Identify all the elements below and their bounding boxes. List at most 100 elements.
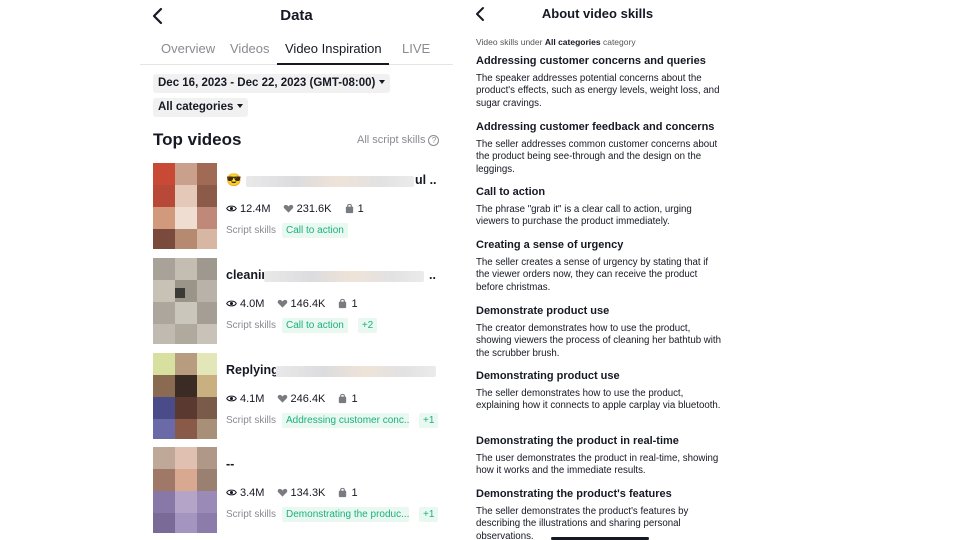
- video-thumbnail[interactable]: [153, 163, 217, 249]
- video-card[interactable]: 😎 ul ... 12.4M 231.6K 1 Script skills Cal…: [140, 163, 453, 253]
- script-skills-row: Script skills Addressing customer conc...…: [226, 413, 442, 428]
- skill-name: Addressing customer feedback and concern…: [476, 121, 715, 133]
- question-circle-icon: ?: [428, 134, 440, 146]
- script-skills-label: Script skills: [226, 320, 277, 332]
- video-card[interactable]: cleanin .. 4.0M 146.4K 1 Script skills Ca…: [140, 258, 453, 348]
- section-title: Top videos: [153, 130, 242, 149]
- eye-icon: [226, 395, 237, 402]
- skill-description: The seller addresses common customer con…: [476, 139, 718, 175]
- skill-entry: Demonstrating the product in real-time T…: [476, 435, 724, 478]
- eye-icon: [226, 205, 237, 212]
- more-skills-chip[interactable]: +2: [357, 318, 378, 333]
- skill-name: Demonstrating the product in real-time: [476, 435, 679, 447]
- products-stat: 1: [337, 487, 358, 499]
- video-title-text: 😎: [226, 173, 242, 187]
- skill-chip[interactable]: Demonstrating the produc...: [282, 507, 410, 522]
- tab-videos[interactable]: Videos: [230, 41, 270, 56]
- skill-name: Demonstrate product use: [476, 305, 610, 317]
- video-thumbnail[interactable]: [153, 353, 217, 439]
- video-title[interactable]: cleanin ..: [226, 268, 436, 284]
- caret-down-icon: [379, 79, 386, 84]
- video-stats: 4.1M 246.4K 1: [226, 393, 367, 405]
- skill-name: Addressing customer concerns and queries: [476, 55, 706, 67]
- skill-description: The phrase "grab it" is a clear call to …: [476, 204, 692, 228]
- skill-chip[interactable]: Addressing customer conc...: [282, 413, 410, 428]
- tab-bar: Overview Videos Video Inspiration LIVE: [140, 36, 453, 65]
- views-stat: 3.4M: [226, 487, 264, 499]
- skill-description: The seller demonstrates the product's fe…: [476, 506, 689, 540]
- script-skills-label: Script skills: [226, 225, 277, 237]
- skill-entry: Demonstrate product use The creator demo…: [476, 305, 724, 360]
- category-dropdown[interactable]: All categories: [153, 98, 249, 117]
- video-stats: 4.0M 146.4K 1: [226, 298, 367, 310]
- likes-stat: 146.4K: [277, 298, 325, 310]
- category-value: All categories: [158, 101, 234, 113]
- video-thumbnail[interactable]: [153, 258, 217, 344]
- tab-live[interactable]: LIVE: [402, 41, 430, 56]
- blurred-title-text: [276, 366, 436, 377]
- video-thumbnail[interactable]: [153, 447, 217, 533]
- eye-icon: [226, 489, 237, 496]
- views-stat: 12.4M: [226, 203, 271, 215]
- category-note: Video skills under All categories catego…: [476, 37, 636, 47]
- about-video-skills-panel: About video skills Video skills under Al…: [465, 0, 730, 540]
- page-title: Data: [280, 7, 313, 24]
- video-title-text: Replying: [226, 363, 279, 377]
- skill-description: The seller creates a sense of urgency by…: [476, 257, 709, 293]
- likes-stat: 231.6K: [283, 203, 332, 215]
- more-skills-chip[interactable]: +1: [419, 413, 439, 428]
- products-stat: 1: [337, 298, 358, 310]
- video-title[interactable]: Replying: [226, 363, 436, 379]
- heart-icon: [277, 488, 287, 497]
- skill-description: The speaker addresses potential concerns…: [476, 73, 720, 109]
- video-title[interactable]: 😎 ul ...: [226, 173, 436, 189]
- caret-down-icon: [237, 103, 244, 108]
- all-script-skills-link[interactable]: All script skills?: [357, 134, 440, 146]
- tab-overview[interactable]: Overview: [161, 41, 215, 56]
- data-panel: Data Overview Videos Video Inspiration L…: [140, 0, 453, 540]
- skill-entry: Addressing customer feedback and concern…: [476, 121, 724, 176]
- views-stat: 4.1M: [226, 393, 264, 405]
- all-script-skills-label: All script skills: [357, 134, 426, 146]
- blurred-title-text: [264, 271, 424, 282]
- date-range-value: Dec 16, 2023 - Dec 22, 2023 (GMT-08:00): [158, 77, 376, 89]
- script-skills-label: Script skills: [226, 509, 277, 521]
- skill-description: The user demonstrates the product in rea…: [476, 453, 719, 477]
- skill-chip[interactable]: Call to action: [282, 223, 348, 238]
- video-title-text: --: [226, 457, 235, 471]
- products-stat: 1: [344, 203, 364, 215]
- skill-name: Demonstrating product use: [476, 370, 620, 382]
- video-title-tail: ..: [429, 268, 436, 282]
- skill-name: Demonstrating the product's features: [476, 488, 672, 500]
- likes-stat: 246.4K: [277, 393, 325, 405]
- views-stat: 4.0M: [226, 298, 264, 310]
- bag-icon: [345, 203, 353, 214]
- skill-entry: Call to action The phrase "grab it" is a…: [476, 186, 724, 229]
- heart-icon: [277, 394, 287, 403]
- panel-title: About video skills: [541, 6, 654, 21]
- video-title-text: cleanin: [226, 268, 270, 282]
- eye-icon: [226, 300, 237, 307]
- heart-icon: [283, 204, 293, 213]
- script-skills-row: Script skills Call to action: [226, 223, 352, 238]
- skill-entry: Demonstrating the product's features The…: [476, 488, 724, 540]
- likes-stat: 134.3K: [277, 487, 325, 499]
- more-skills-chip[interactable]: +1: [419, 507, 439, 522]
- bag-icon: [339, 298, 347, 309]
- video-stats: 12.4M 231.6K 1: [226, 203, 373, 215]
- skill-description: The creator demonstrates how to use the …: [476, 323, 722, 359]
- active-tab-indicator: [277, 63, 389, 65]
- skill-chip[interactable]: Call to action: [282, 318, 348, 333]
- skill-entry: Creating a sense of urgency The seller c…: [476, 239, 724, 294]
- script-skills-row: Script skills Call to action +2: [226, 318, 381, 333]
- skill-entry: Demonstrating product use The seller dem…: [476, 370, 724, 413]
- video-title[interactable]: --: [226, 457, 436, 473]
- video-card[interactable]: Replying 4.1M 246.4K 1 Script skills Addr…: [140, 353, 453, 443]
- video-stats: 3.4M 134.3K 1: [226, 487, 367, 499]
- products-stat: 1: [337, 393, 358, 405]
- skill-name: Call to action: [476, 186, 546, 198]
- date-range-dropdown[interactable]: Dec 16, 2023 - Dec 22, 2023 (GMT-08:00): [153, 74, 391, 93]
- skill-name: Creating a sense of urgency: [476, 239, 624, 251]
- tab-video-inspiration[interactable]: Video Inspiration: [285, 41, 382, 56]
- video-card[interactable]: -- 3.4M 134.3K 1 Script skills Demonstrat…: [140, 447, 453, 537]
